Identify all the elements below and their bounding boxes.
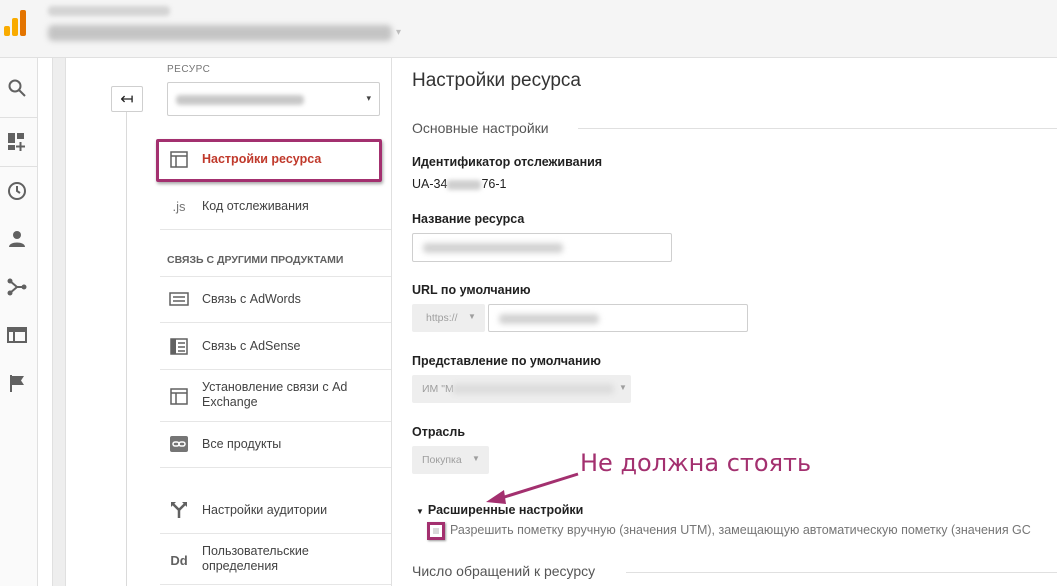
top-bar: ▾ <box>0 0 1057 58</box>
resource-select[interactable]: ▾ <box>167 82 380 116</box>
menu-item-all-products[interactable]: Все продукты <box>160 434 391 456</box>
left-nav <box>0 58 38 586</box>
industry-select[interactable]: Покупка ▼ <box>412 446 489 474</box>
menu-item-label: Код отслеживания <box>202 199 309 213</box>
default-url-label: URL по умолчанию <box>412 283 531 297</box>
divider <box>578 128 1057 129</box>
advanced-settings-toggle[interactable]: ▼ Расширенные настройки <box>416 503 583 517</box>
back-button[interactable]: ↤ <box>111 86 143 112</box>
menu-item-label: Настройки аудитории <box>202 503 328 517</box>
behavior-icon[interactable] <box>5 323 29 347</box>
section-header-basic: Основные настройки <box>412 120 549 136</box>
js-icon: .js <box>172 198 186 214</box>
search-icon[interactable] <box>5 76 29 100</box>
chevron-down-icon: ▼ <box>619 383 627 392</box>
person-icon[interactable] <box>5 227 29 251</box>
account-name-blurred <box>48 6 170 16</box>
page-title: Настройки ресурса <box>412 70 581 91</box>
divider <box>391 58 392 586</box>
section-header-links: СВЯЗЬ С ДРУГИМИ ПРОДУКТАМИ <box>167 254 344 266</box>
menu-item-label: Все продукты <box>202 437 282 451</box>
acquisition-icon[interactable] <box>5 275 29 299</box>
tracking-id-value: UA-34 76-1 <box>412 177 507 191</box>
manual-tagging-label: Разрешить пометку вручную (значения UTM)… <box>450 523 1031 537</box>
default-view-label: Представление по умолчанию <box>412 354 601 368</box>
chevron-down-icon: ▼ <box>472 454 480 463</box>
chevron-down-icon[interactable]: ▾ <box>396 27 401 38</box>
menu-item-custom-definitions[interactable]: Dd Пользовательские определения <box>160 544 391 576</box>
dashboard-add-icon[interactable] <box>5 130 29 154</box>
menu-item-audience[interactable]: Настройки аудитории <box>160 500 391 522</box>
tracking-id-label: Идентификатор отслеживания <box>412 155 603 169</box>
property-view-name-blurred[interactable] <box>48 25 392 41</box>
adsense-icon <box>168 336 190 356</box>
menu-item-tracking-code[interactable]: .js Код отслеживания <box>160 196 391 218</box>
link-icon <box>168 434 190 454</box>
clock-icon[interactable] <box>5 179 29 203</box>
menu-item-adwords[interactable]: Связь с AdWords <box>160 289 391 311</box>
resource-label: РЕСУРС <box>167 64 211 75</box>
resource-name-blurred <box>176 95 304 105</box>
menu-item-label: Пользовательские определения <box>202 544 309 573</box>
chevron-down-icon: ▼ <box>468 312 476 321</box>
annotation-highlight-box <box>156 139 382 182</box>
divider <box>126 112 127 586</box>
chevron-down-icon: ▾ <box>366 93 371 103</box>
annotation-arrow-icon <box>486 472 579 504</box>
property-name-input[interactable] <box>412 233 672 262</box>
section-header-hits: Число обращений к ресурсу <box>412 563 596 579</box>
url-scheme-select[interactable]: https:// ▼ <box>412 304 485 332</box>
panel-gutter <box>52 58 66 586</box>
adwords-icon <box>168 289 190 309</box>
industry-label: Отрасль <box>412 425 466 439</box>
divider <box>626 572 1057 573</box>
default-view-select[interactable]: ИМ "М ▼ <box>412 375 631 403</box>
menu-item-label: Связь с AdWords <box>202 292 301 306</box>
audience-fork-icon <box>168 500 190 520</box>
layout-icon <box>168 386 190 406</box>
analytics-bars-icon[interactable] <box>2 10 28 38</box>
back-arrow-icon: ↤ <box>120 91 134 108</box>
manual-tagging-checkbox[interactable] <box>427 522 445 540</box>
menu-item-label: Связь с AdSense <box>202 339 301 353</box>
dd-icon: Dd <box>170 552 188 568</box>
menu-item-label: Установление связи с Ad Exchange <box>202 380 348 409</box>
default-url-input[interactable] <box>488 304 748 332</box>
triangle-down-icon: ▼ <box>416 507 424 516</box>
menu-item-adsense[interactable]: Связь с AdSense <box>160 336 391 358</box>
menu-item-adexchange[interactable]: Установление связи с Ad Exchange <box>160 380 391 412</box>
flag-icon[interactable] <box>5 371 29 395</box>
property-name-label: Название ресурса <box>412 212 525 226</box>
annotation-text: Не должна стоять <box>580 449 812 477</box>
